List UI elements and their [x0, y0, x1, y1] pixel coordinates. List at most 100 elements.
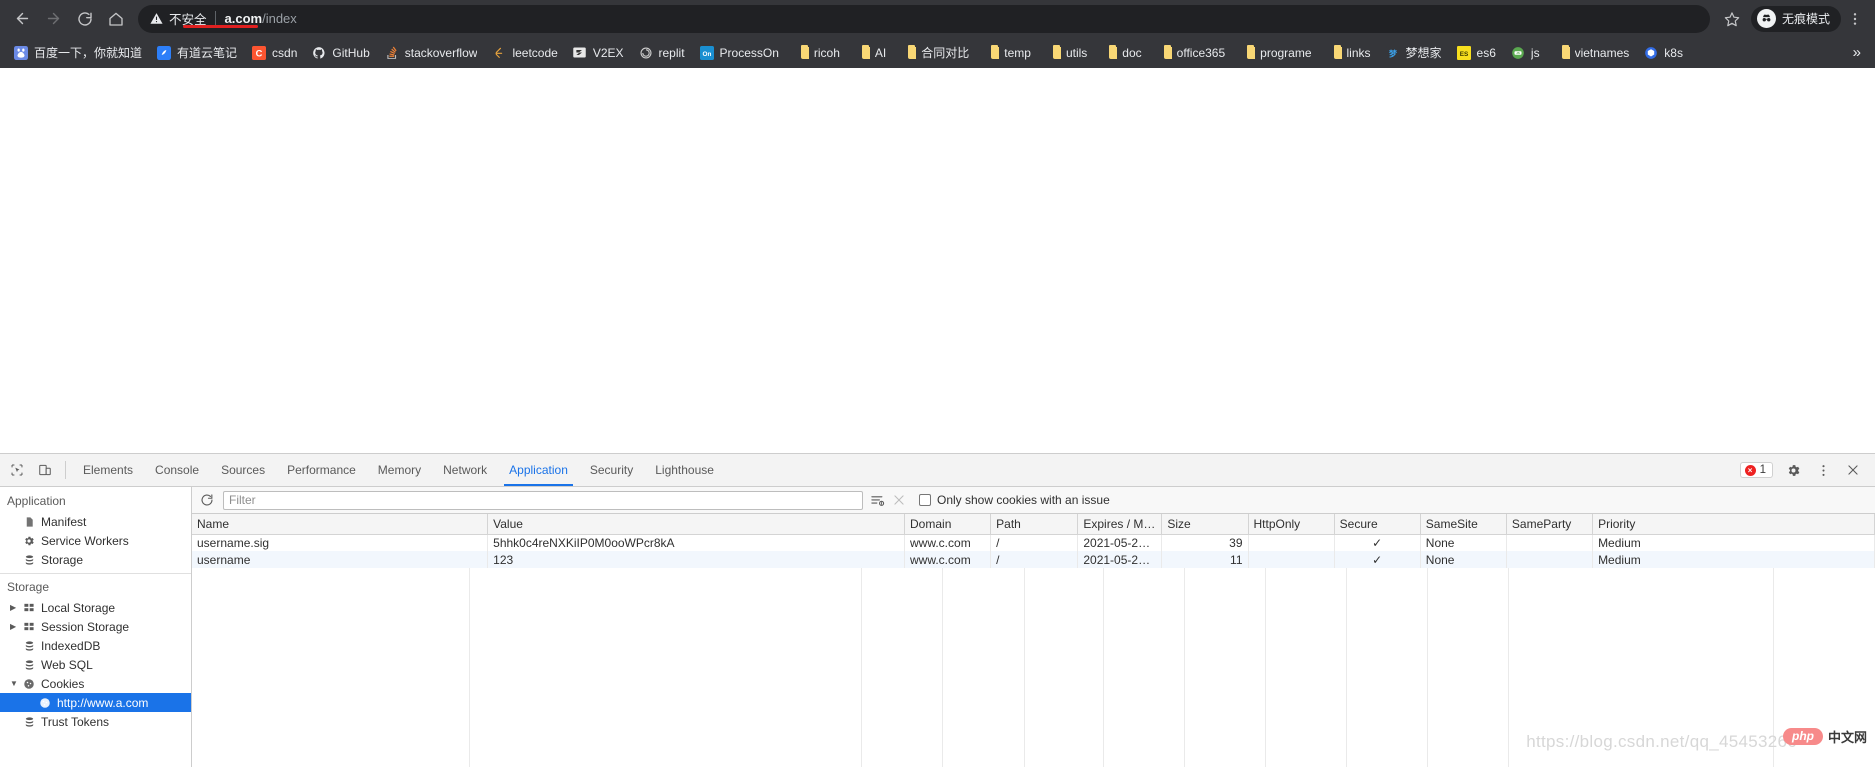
column-header-expires-max[interactable]: Expires / Max-… [1078, 514, 1162, 534]
bookmark-item[interactable]: utils [1038, 42, 1094, 64]
bookmark-label: k8s [1664, 46, 1683, 60]
bookmark-item[interactable]: office365 [1149, 42, 1233, 64]
bookmark-item[interactable]: programe [1232, 42, 1318, 64]
bookmark-item[interactable]: vietnames [1547, 42, 1637, 64]
column-guide [943, 568, 1025, 767]
bookmark-item[interactable]: links [1319, 42, 1378, 64]
column-header-value[interactable]: Value [488, 514, 905, 534]
twisty-collapsed-icon[interactable]: ▶ [10, 603, 22, 612]
bookmark-label: 百度一下，你就知道 [34, 44, 142, 61]
error-count-badge[interactable]: × 1 [1740, 462, 1773, 478]
bookmark-item[interactable]: stackoverflow [377, 42, 485, 64]
reload-button[interactable] [70, 4, 99, 33]
forward-button[interactable] [39, 4, 68, 33]
sidebar-item-web-sql[interactable]: ▶Web SQL [0, 655, 191, 674]
cell-sameparty [1506, 534, 1592, 551]
column-header-size[interactable]: Size [1162, 514, 1248, 534]
refresh-icon[interactable] [198, 493, 216, 507]
sidebar-item-http-www-a-com[interactable]: ▶http://www.a.com [0, 693, 191, 712]
devtools-tab-network[interactable]: Network [432, 454, 498, 486]
bookmark-item[interactable]: GitHub [304, 42, 376, 64]
column-header-secure[interactable]: Secure [1334, 514, 1420, 534]
csdn-icon: C [251, 45, 267, 61]
column-header-httponly[interactable]: HttpOnly [1248, 514, 1334, 534]
twisty-expanded-icon[interactable]: ▼ [10, 679, 22, 688]
devtools-tab-security[interactable]: Security [579, 454, 644, 486]
sidebar-item-indexeddb[interactable]: ▶IndexedDB [0, 636, 191, 655]
address-bar[interactable]: 不安全 a.com/index [138, 5, 1710, 33]
column-header-sameparty[interactable]: SameParty [1506, 514, 1592, 534]
column-header-name[interactable]: Name [192, 514, 488, 534]
bookmark-item[interactable]: 合同对比 [893, 41, 976, 64]
bookmark-item[interactable]: leetcode [484, 42, 564, 64]
device-toolbar-icon[interactable] [31, 454, 59, 486]
bookmark-item[interactable]: Ccsdn [244, 42, 304, 64]
bookmark-item[interactable]: ESes6 [1449, 42, 1503, 64]
incognito-indicator[interactable]: 无痕模式 [1751, 6, 1841, 32]
table-row[interactable]: username.sig5hhk0c4reNXKiIP0M0ooWPcr8kAw… [192, 534, 1874, 551]
sidebar-item-manifest[interactable]: ▶Manifest [0, 512, 191, 531]
folder-icon [983, 45, 999, 61]
error-icon: × [1745, 465, 1756, 476]
devtools-tab-memory[interactable]: Memory [367, 454, 432, 486]
devtools-tab-lighthouse[interactable]: Lighthouse [644, 454, 725, 486]
only-show-issues-checkbox[interactable]: Only show cookies with an issue [919, 493, 1110, 507]
gear-icon [22, 535, 36, 547]
more-options-icon[interactable] [1809, 463, 1837, 478]
column-header-samesite[interactable]: SameSite [1420, 514, 1506, 534]
sidebar-storage-items: ▶Local Storage▶Session Storage▶IndexedDB… [0, 598, 191, 731]
devtools-tab-performance[interactable]: Performance [276, 454, 367, 486]
bookmark-item[interactable]: 有道云笔记 [149, 41, 244, 64]
sidebar-item-service-workers[interactable]: ▶Service Workers [0, 531, 191, 550]
omnibox-url: a.com/index [225, 11, 297, 26]
incognito-label: 无痕模式 [1782, 10, 1830, 27]
bookmark-item[interactable]: 百度一下，你就知道 [6, 41, 149, 64]
devtools-tab-elements[interactable]: Elements [72, 454, 144, 486]
cookies-filter-input[interactable] [223, 491, 863, 510]
url-path: /index [262, 11, 297, 26]
bookmark-item[interactable]: k8s [1636, 42, 1690, 64]
devtools-tab-console[interactable]: Console [144, 454, 210, 486]
folder-icon [1239, 45, 1255, 61]
bookmark-item[interactable]: OnProcessOn [692, 42, 786, 64]
sidebar-item-label: Service Workers [41, 534, 129, 548]
chrome-menu-icon[interactable] [1843, 4, 1867, 33]
bookmarks-bar: 百度一下，你就知道有道云笔记CcsdnGitHubstackoverflowle… [0, 37, 1875, 68]
home-button[interactable] [101, 4, 130, 33]
bookmark-item[interactable]: replit [631, 42, 692, 64]
bookmark-item[interactable]: ricoh [786, 42, 847, 64]
close-devtools-icon[interactable] [1839, 463, 1867, 477]
back-button[interactable] [8, 4, 37, 33]
bookmark-item[interactable]: 梦梦想家 [1378, 41, 1449, 64]
sidebar-item-cookies[interactable]: ▼ Cookies [0, 674, 191, 693]
column-header-path[interactable]: Path [991, 514, 1078, 534]
clear-all-cookies-icon[interactable] [870, 493, 885, 508]
bookmark-item[interactable]: temp [976, 42, 1038, 64]
bookmark-item[interactable]: V2EX [565, 42, 631, 64]
cookies-header-row[interactable]: NameValueDomainPathExpires / Max-…SizeHt… [192, 514, 1874, 534]
bookmark-item[interactable]: JSjs [1503, 42, 1547, 64]
settings-gear-icon[interactable] [1779, 463, 1807, 478]
inspect-element-icon[interactable] [3, 454, 31, 486]
sidebar-item-trust-tokens[interactable]: ▶Trust Tokens [0, 712, 191, 731]
devtools-tab-application[interactable]: Application [498, 454, 579, 486]
cookies-table-head: NameValueDomainPathExpires / Max-…SizeHt… [192, 514, 1874, 534]
twisty-collapsed-icon[interactable]: ▶ [10, 622, 22, 631]
column-header-domain[interactable]: Domain [905, 514, 991, 534]
devtools-tab-sources[interactable]: Sources [210, 454, 276, 486]
sidebar-item-label: Cookies [41, 677, 84, 691]
svg-text:JS: JS [1516, 51, 1520, 55]
bookmarks-overflow-icon[interactable]: » [1845, 44, 1869, 61]
clear-filter-icon[interactable] [892, 493, 906, 507]
baidu-icon [13, 45, 29, 61]
cell-httponly [1248, 534, 1334, 551]
bookmark-star-icon[interactable] [1718, 4, 1747, 33]
sidebar-item-local-storage[interactable]: ▶Local Storage [0, 598, 191, 617]
sidebar-item-session-storage[interactable]: ▶Session Storage [0, 617, 191, 636]
bookmark-label: doc [1122, 46, 1141, 60]
bookmark-item[interactable]: doc [1094, 42, 1148, 64]
sidebar-item-storage[interactable]: ▶Storage [0, 550, 191, 569]
bookmark-item[interactable]: AI [847, 42, 893, 64]
table-row[interactable]: username123www.c.com/2021-05-20T0…11✓Non… [192, 551, 1874, 568]
column-header-priority[interactable]: Priority [1593, 514, 1875, 534]
